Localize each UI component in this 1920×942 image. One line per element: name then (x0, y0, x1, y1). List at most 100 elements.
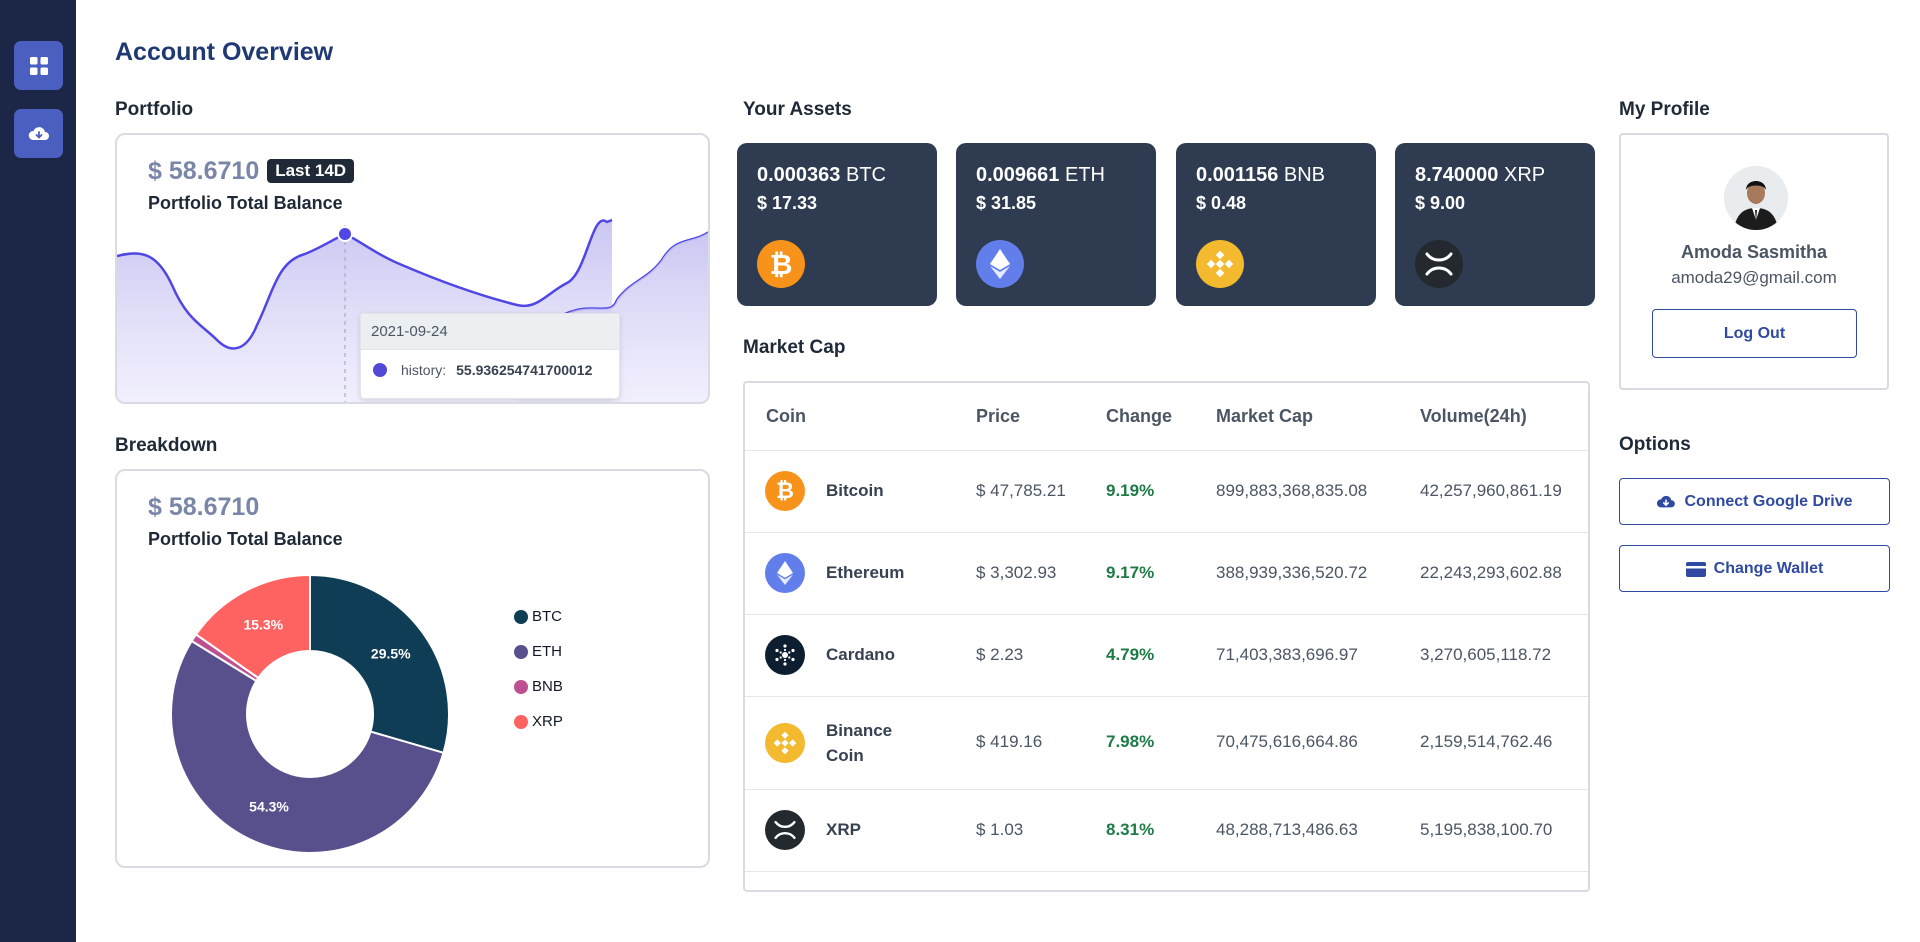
asset-amount-value: 8.740000 (1415, 164, 1499, 186)
asset-amount-value: 0.000363 (757, 164, 841, 186)
coin-name: Cardano (826, 645, 895, 664)
asset-usd-value: $ 17.33 (757, 193, 818, 213)
coin-price: $ 2.23 (976, 645, 1024, 664)
asset-amount: 0.009661 ETH (976, 164, 1105, 187)
asset-symbol: BNB (1283, 164, 1326, 186)
coin-name: XRP (826, 820, 861, 839)
profile-email: amoda29@gmail.com (1671, 268, 1837, 287)
donut-legend: BTC ETH BNB XRP (514, 599, 563, 739)
coin-volume: 5,195,838,100.70 (1420, 820, 1553, 839)
asset-card-eth[interactable]: 0.009661 ETH $ 31.85 (956, 143, 1156, 306)
coin-market-cap: 48,288,713,486.63 (1216, 820, 1358, 839)
connect-google-drive-label: Connect Google Drive (1684, 492, 1853, 510)
tooltip-value: 55.936254741700012 (456, 362, 593, 378)
coin-price: $ 47,785.21 (976, 481, 1066, 500)
bitcoin-icon: ₿ (757, 240, 805, 288)
asset-amount: 0.001156 BNB (1196, 164, 1325, 187)
tooltip-series-dot (373, 363, 387, 377)
breakdown-card: $ 58.6710 Portfolio Total Balance 29.5% 5… (115, 469, 710, 868)
coin-market-cap: 899,883,368,835.08 (1216, 481, 1368, 500)
asset-card-xrp[interactable]: 8.740000 XRP $ 9.00 (1395, 143, 1595, 306)
column-header-coin[interactable]: Coin (766, 406, 806, 427)
portfolio-card: $ 58.6710 Last 14D Portfolio Total Balanc… (115, 133, 710, 404)
sidebar-rail (0, 0, 76, 942)
profile-title: My Profile (1619, 99, 1710, 120)
binance-icon (765, 723, 805, 763)
legend-label: BTC (532, 608, 562, 625)
cloud-download-icon (28, 126, 49, 140)
coin-price: $ 419.16 (976, 732, 1043, 751)
legend-label: ETH (532, 643, 562, 660)
asset-amount: 8.740000 XRP (1415, 164, 1545, 187)
asset-symbol: ETH (1064, 164, 1105, 186)
coin-price: $ 3,302.93 (976, 563, 1057, 582)
asset-amount: 0.000363 BTC (757, 164, 886, 187)
chart-tooltip: 2021-09-24 history: 55.936254741700012 (360, 313, 620, 399)
column-header-volume[interactable]: Volume(24h) (1420, 406, 1527, 427)
table-row[interactable]: Ethereum $ 3,302.93 9.17% 388,939,336,52… (745, 533, 1588, 615)
coin-volume: 3,270,605,118.72 (1420, 645, 1552, 664)
page-title: Account Overview (115, 38, 334, 66)
wallet-icon (1685, 561, 1706, 577)
legend-item-btc[interactable]: BTC (514, 599, 563, 634)
portfolio-title: Portfolio (115, 99, 194, 120)
coin-name: Ethereum (826, 563, 905, 582)
asset-amount-value: 0.001156 (1196, 164, 1279, 186)
ethereum-icon (765, 553, 805, 593)
donut-label-xrp: 15.3% (243, 616, 283, 632)
connect-google-drive-button[interactable]: Connect Google Drive (1619, 478, 1890, 525)
coin-market-cap: 71,403,383,696.97 (1216, 645, 1358, 664)
asset-usd-value: $ 9.00 (1415, 193, 1466, 213)
donut-slice-btc[interactable] (309, 573, 450, 755)
column-header-change[interactable]: Change (1106, 406, 1172, 427)
coin-market-cap: 388,939,336,520.72 (1216, 563, 1368, 582)
legend-item-xrp[interactable]: XRP (514, 704, 563, 739)
asset-usd-value: $ 0.48 (1196, 193, 1247, 213)
change-wallet-button[interactable]: Change Wallet (1619, 545, 1890, 592)
logout-button[interactable]: Log Out (1652, 309, 1857, 358)
hover-point (337, 226, 353, 242)
column-header-price[interactable]: Price (976, 406, 1020, 427)
legend-swatch (514, 644, 528, 659)
coin-volume: 42,257,960,861.19 (1420, 481, 1562, 500)
table-row[interactable]: ₿ Bitcoin $ 47,785.21 9.19% 899,883,368,… (745, 451, 1588, 533)
market-cap-title: Market Cap (743, 337, 846, 358)
table-row[interactable]: XRP $ 1.03 8.31% 48,288,713,486.63 5,195… (745, 790, 1588, 872)
column-header-market-cap[interactable]: Market Cap (1216, 406, 1313, 427)
table-header: Coin Price Change Market Cap Volume(24h) (745, 383, 1588, 451)
table-row[interactable]: Cardano $ 2.23 4.79% 71,403,383,696.97 3… (745, 615, 1588, 697)
table-row[interactable]: Binance Coin $ 419.16 7.98% 70,475,616,6… (745, 697, 1588, 790)
xrp-icon (765, 810, 805, 850)
assets-title: Your Assets (743, 99, 852, 120)
profile-card: Amoda Sasmitha amoda29@gmail.com Log Out (1619, 133, 1889, 390)
asset-symbol: BTC (845, 164, 886, 186)
dashboard-button[interactable] (14, 41, 63, 90)
legend-swatch (514, 679, 528, 694)
legend-label: XRP (532, 713, 563, 730)
xrp-icon (1415, 240, 1463, 288)
asset-card-btc[interactable]: 0.000363 BTC $ 17.33 ₿ (737, 143, 937, 306)
legend-label: BNB (532, 678, 563, 695)
cloud-download-button[interactable] (14, 109, 63, 158)
options-title: Options (1619, 434, 1691, 455)
coin-volume: 22,243,293,602.88 (1420, 563, 1562, 582)
tooltip-series-label: history: (401, 362, 447, 378)
coin-market-cap: 70,475,616,664.86 (1216, 732, 1358, 751)
donut-label-eth: 54.3% (249, 798, 289, 814)
coin-name: Bitcoin (826, 481, 884, 500)
coin-name: Binance Coin (826, 721, 893, 765)
cloud-download-icon (1657, 495, 1676, 507)
legend-swatch (514, 714, 528, 729)
legend-item-bnb[interactable]: BNB (514, 669, 563, 704)
asset-usd-value: $ 31.85 (976, 193, 1037, 213)
asset-symbol: XRP (1503, 164, 1546, 186)
coin-change: 8.31% (1106, 820, 1155, 839)
change-wallet-label: Change Wallet (1713, 559, 1824, 577)
coin-change: 7.98% (1106, 732, 1155, 751)
market-cap-table: Coin Price Change Market Cap Volume(24h)… (743, 381, 1590, 892)
dashboard-grid-icon (29, 56, 48, 75)
asset-card-bnb[interactable]: 0.001156 BNB $ 0.48 (1176, 143, 1376, 306)
breakdown-donut-chart[interactable]: 29.5% 54.3% 15.3% (117, 471, 710, 868)
legend-item-eth[interactable]: ETH (514, 634, 563, 669)
binance-icon (1196, 240, 1244, 288)
